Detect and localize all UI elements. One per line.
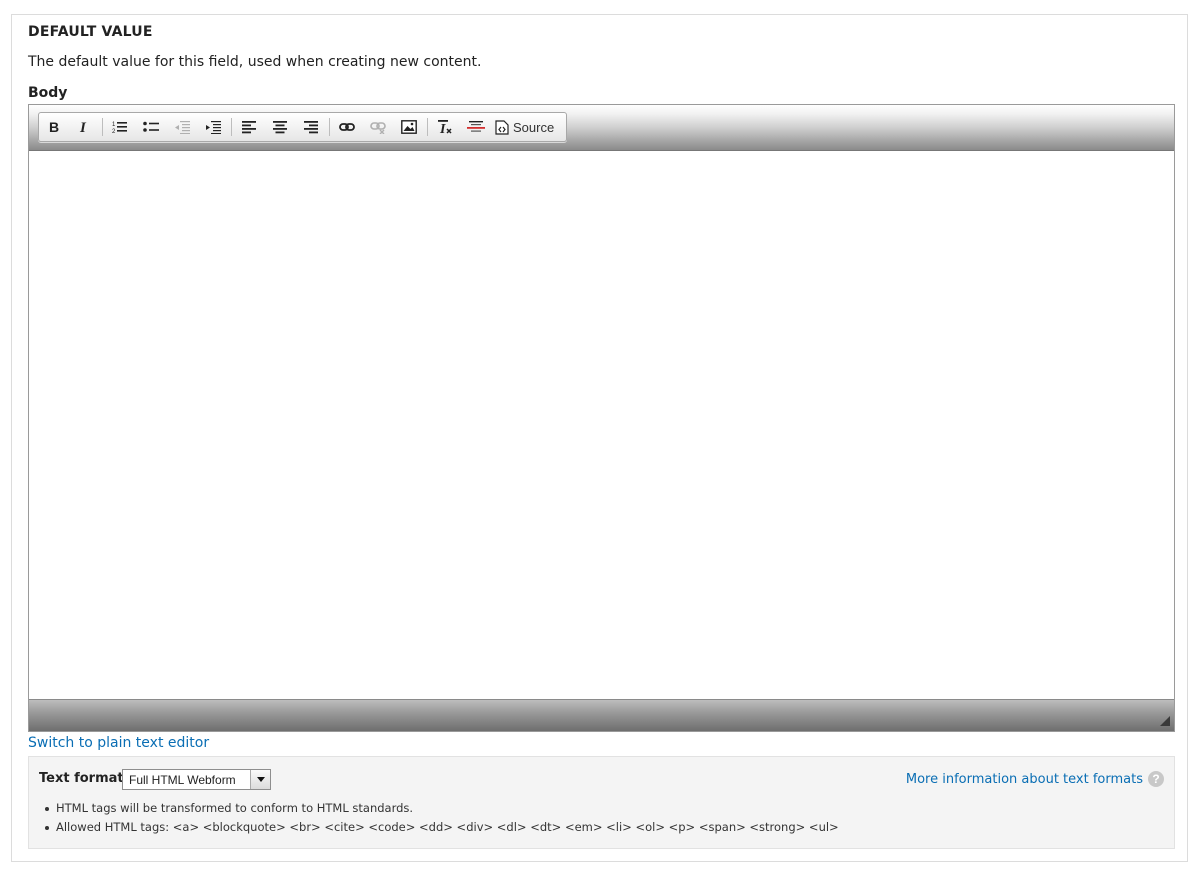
toolbar-button-group: B I 1 2 I Source bbox=[38, 112, 567, 142]
bulleted-list-icon bbox=[143, 121, 159, 132]
image-button[interactable] bbox=[396, 116, 422, 138]
toolbar-separator bbox=[102, 118, 103, 136]
image-icon bbox=[401, 120, 417, 134]
align-center-icon bbox=[273, 121, 287, 134]
body-label: Body bbox=[28, 85, 68, 101]
more-info-text-formats-link[interactable]: More information about text formats bbox=[906, 772, 1143, 787]
text-format-selected-value: Full HTML Webform bbox=[129, 773, 236, 787]
toolbar-separator bbox=[427, 118, 428, 136]
italic-button[interactable]: I bbox=[71, 116, 97, 138]
text-format-select[interactable]: Full HTML Webform bbox=[122, 769, 271, 790]
fieldset-description: The default value for this field, used w… bbox=[28, 54, 482, 70]
toolbar-separator bbox=[329, 118, 330, 136]
indent-button[interactable] bbox=[200, 116, 226, 138]
editor-status-bar bbox=[29, 699, 1174, 731]
unlink-button[interactable] bbox=[365, 116, 391, 138]
align-left-icon bbox=[242, 121, 256, 134]
source-icon bbox=[495, 119, 509, 135]
svg-text:I: I bbox=[79, 120, 87, 134]
bold-icon: B bbox=[49, 120, 59, 134]
indent-icon bbox=[206, 121, 221, 134]
horizontal-line-icon bbox=[467, 121, 485, 132]
link-icon bbox=[339, 123, 355, 131]
numbered-list-icon: 1 2 bbox=[112, 122, 127, 134]
unlink-icon bbox=[370, 122, 386, 134]
switch-to-plain-text-link[interactable]: Switch to plain text editor bbox=[28, 735, 209, 751]
text-format-label: Text format bbox=[39, 771, 124, 786]
editor-content-area[interactable] bbox=[29, 151, 1174, 700]
svg-text:I: I bbox=[439, 122, 446, 135]
help-icon[interactable]: ? bbox=[1148, 771, 1164, 787]
format-tip: Allowed HTML tags: <a> <blockquote> <br>… bbox=[45, 818, 839, 837]
dropdown-arrow-icon bbox=[250, 770, 270, 789]
outdent-icon bbox=[175, 121, 190, 134]
svg-text:1: 1 bbox=[112, 122, 116, 128]
svg-text:2: 2 bbox=[112, 129, 116, 134]
remove-format-button[interactable]: I bbox=[432, 116, 458, 138]
editor-toolbar: B I 1 2 I Source bbox=[29, 105, 1174, 151]
horizontal-line-button[interactable] bbox=[463, 116, 489, 138]
align-left-button[interactable] bbox=[236, 116, 262, 138]
resize-handle-icon[interactable] bbox=[1160, 716, 1170, 726]
format-tips-list: HTML tags will be transformed to conform… bbox=[45, 799, 839, 837]
remove-format-icon: I bbox=[438, 120, 452, 135]
source-button-label: Source bbox=[513, 119, 555, 135]
bulleted-list-button[interactable] bbox=[138, 116, 164, 138]
align-center-button[interactable] bbox=[267, 116, 293, 138]
format-tip: HTML tags will be transformed to conform… bbox=[45, 799, 839, 818]
align-right-button[interactable] bbox=[298, 116, 324, 138]
link-button[interactable] bbox=[334, 116, 360, 138]
text-format-wrapper: Text format Full HTML Webform More infor… bbox=[28, 756, 1175, 849]
bold-button[interactable]: B bbox=[41, 116, 67, 138]
svg-text:B: B bbox=[49, 120, 59, 134]
align-right-icon bbox=[304, 121, 318, 134]
toolbar-separator bbox=[231, 118, 232, 136]
fieldset-legend: DEFAULT VALUE bbox=[28, 24, 153, 40]
rich-text-editor: B I 1 2 I Source bbox=[28, 104, 1175, 732]
outdent-button[interactable] bbox=[169, 116, 195, 138]
numbered-list-button[interactable]: 1 2 bbox=[107, 116, 133, 138]
source-button[interactable]: Source bbox=[495, 116, 565, 138]
italic-icon: I bbox=[79, 120, 87, 134]
